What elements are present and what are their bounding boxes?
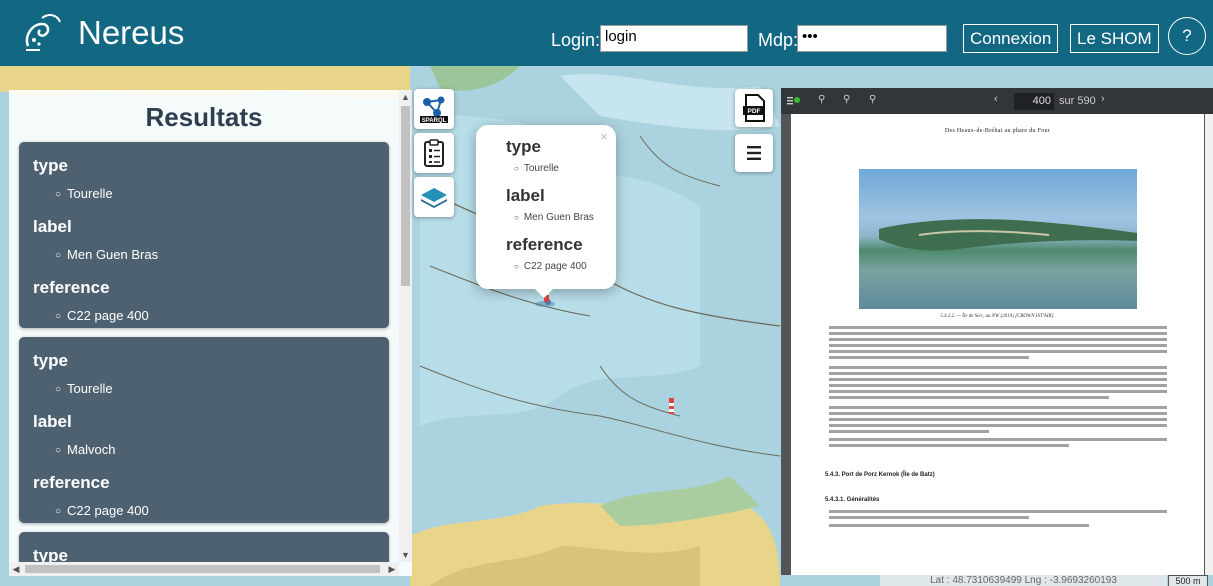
- text-line: [829, 350, 1167, 353]
- pdf-photo: [859, 169, 1137, 309]
- sidebar-toggle-icon[interactable]: [787, 96, 801, 106]
- results-panel[interactable]: Resultats type Tourelle label Men Guen B…: [9, 90, 412, 576]
- text-line: [829, 378, 1167, 381]
- popup-type-value: Tourelle: [514, 163, 600, 174]
- scroll-up-icon[interactable]: ▲: [399, 90, 412, 104]
- pdf-toolbar: ⚲ ⚲ ⚲ ‹ 400 sur 590 ›: [781, 88, 1213, 114]
- popup-reference-value: C22 page 400: [514, 261, 600, 272]
- text-line: [829, 338, 1167, 341]
- connect-button[interactable]: Connexion: [963, 24, 1059, 53]
- popup-reference-key: reference: [506, 235, 583, 254]
- pdf-icon-label: PDF: [748, 108, 761, 115]
- result-reference-value: C22 page 400: [55, 308, 375, 323]
- password-label: Mdp:: [758, 30, 799, 50]
- pdf-scrollbar[interactable]: [1205, 114, 1213, 575]
- layers-icon: [421, 188, 447, 208]
- sparql-icon: SPARQL: [420, 96, 448, 124]
- menu-button[interactable]: [735, 134, 773, 172]
- result-type-key: type: [33, 156, 68, 175]
- text-line: [829, 326, 1167, 329]
- scroll-thumb[interactable]: [25, 565, 380, 573]
- app-title: Nereus: [78, 14, 185, 51]
- layers-button[interactable]: [414, 177, 454, 217]
- page-count: sur 590: [1059, 95, 1096, 107]
- zoom-in-icon[interactable]: ⚲: [869, 94, 876, 105]
- login-label: Login:: [551, 30, 601, 50]
- pdf-button[interactable]: PDF: [735, 89, 773, 127]
- search-icon[interactable]: ⚲: [818, 94, 825, 105]
- scroll-down-icon[interactable]: ▼: [399, 548, 412, 562]
- text-line: [829, 366, 1167, 369]
- text-line: [829, 396, 1109, 399]
- text-line: [829, 412, 1167, 415]
- result-card[interactable]: type Tourelle label Malvoch reference C2…: [19, 337, 389, 523]
- result-type-value: Tourelle: [55, 186, 375, 201]
- login-input[interactable]: login: [600, 25, 748, 52]
- text-line: [829, 332, 1167, 335]
- nereus-logo-icon: [25, 14, 61, 51]
- help-button[interactable]: ?: [1168, 17, 1206, 55]
- scroll-right-icon[interactable]: ▶: [385, 562, 399, 576]
- text-line: [829, 444, 1069, 447]
- feature-popup: × type Tourelle label Men Guen Bras refe…: [476, 125, 616, 289]
- result-label-value: Malvoch: [55, 442, 375, 457]
- result-label-value: Men Guen Bras: [55, 247, 375, 262]
- text-line: [829, 390, 1167, 393]
- result-card[interactable]: type Tourelle label Men Guen Bras refere…: [19, 142, 389, 328]
- scroll-thumb[interactable]: [401, 106, 410, 286]
- previous-page-icon[interactable]: ‹: [994, 93, 998, 105]
- pdf-viewer[interactable]: ⚲ ⚲ ⚲ ‹ 400 sur 590 › Des Heaux-de-Bréha…: [781, 88, 1213, 575]
- sparql-button[interactable]: SPARQL: [414, 89, 454, 129]
- next-page-icon[interactable]: ›: [1101, 93, 1105, 105]
- pdf-page-heading: Des Heaux-de-Bréhat au phare du Four: [944, 128, 1051, 134]
- text-line: [829, 524, 1089, 527]
- shom-button[interactable]: Le SHOM: [1070, 24, 1159, 53]
- zoom-out-icon[interactable]: ⚲: [843, 94, 850, 105]
- result-reference-key: reference: [33, 278, 110, 297]
- sparql-label: SPARQL: [422, 118, 447, 124]
- clipboard-list-icon: [424, 139, 444, 167]
- pdf-subsection-title: 5.4.3.1. Généralités: [825, 497, 880, 503]
- result-reference-key: reference: [33, 473, 110, 492]
- hamburger-menu-icon: [747, 146, 761, 160]
- popup-label-key: label: [506, 186, 545, 205]
- popup-close-icon[interactable]: ×: [600, 129, 608, 144]
- coordinates-readout: Lat : 48.7310639499 Lng : -3.9693260193: [880, 575, 1167, 586]
- scroll-left-icon[interactable]: ◀: [9, 562, 23, 576]
- text-line: [829, 372, 1167, 375]
- text-line: [829, 510, 1167, 513]
- page-number-input[interactable]: 400: [1014, 93, 1054, 110]
- results-vertical-scrollbar[interactable]: ▲ ▼: [399, 90, 412, 562]
- text-line: [829, 406, 1167, 409]
- pdf-photo-caption: 5.4.2.2. — Île de Siec, au NW (2019) [CR…: [940, 314, 1055, 319]
- text-line: [829, 356, 1029, 359]
- popup-type-key: type: [506, 137, 541, 156]
- clipboard-list-button[interactable]: [414, 133, 454, 173]
- island-photo: [879, 219, 1137, 251]
- pdf-section-title: 5.4.3. Port de Porz Kernok (Île de Batz): [825, 472, 935, 478]
- result-type-key: type: [33, 351, 68, 370]
- result-label-key: label: [33, 217, 72, 236]
- text-line: [829, 424, 1167, 427]
- result-type-value: Tourelle: [55, 381, 375, 396]
- text-line: [829, 418, 1167, 421]
- pdf-file-icon: PDF: [743, 94, 765, 122]
- text-line: [829, 438, 1167, 441]
- app-header: Nereus Login: login Mdp: ••• Connexion L…: [0, 0, 1213, 66]
- popup-label-value: Men Guen Bras: [514, 212, 600, 223]
- scale-bar: 500 m: [1168, 575, 1208, 586]
- text-line: [829, 344, 1167, 347]
- text-line: [829, 516, 1029, 519]
- result-reference-value: C22 page 400: [55, 503, 375, 518]
- results-title: Resultats: [145, 102, 263, 132]
- popup-tip: [534, 288, 554, 298]
- text-line: [829, 430, 989, 433]
- pdf-page: Des Heaux-de-Bréhat au phare du Four 5.4…: [791, 114, 1204, 575]
- results-horizontal-scrollbar[interactable]: ◀ ▶: [9, 562, 399, 576]
- password-input[interactable]: •••: [797, 25, 947, 52]
- text-line: [829, 384, 1167, 387]
- result-label-key: label: [33, 412, 72, 431]
